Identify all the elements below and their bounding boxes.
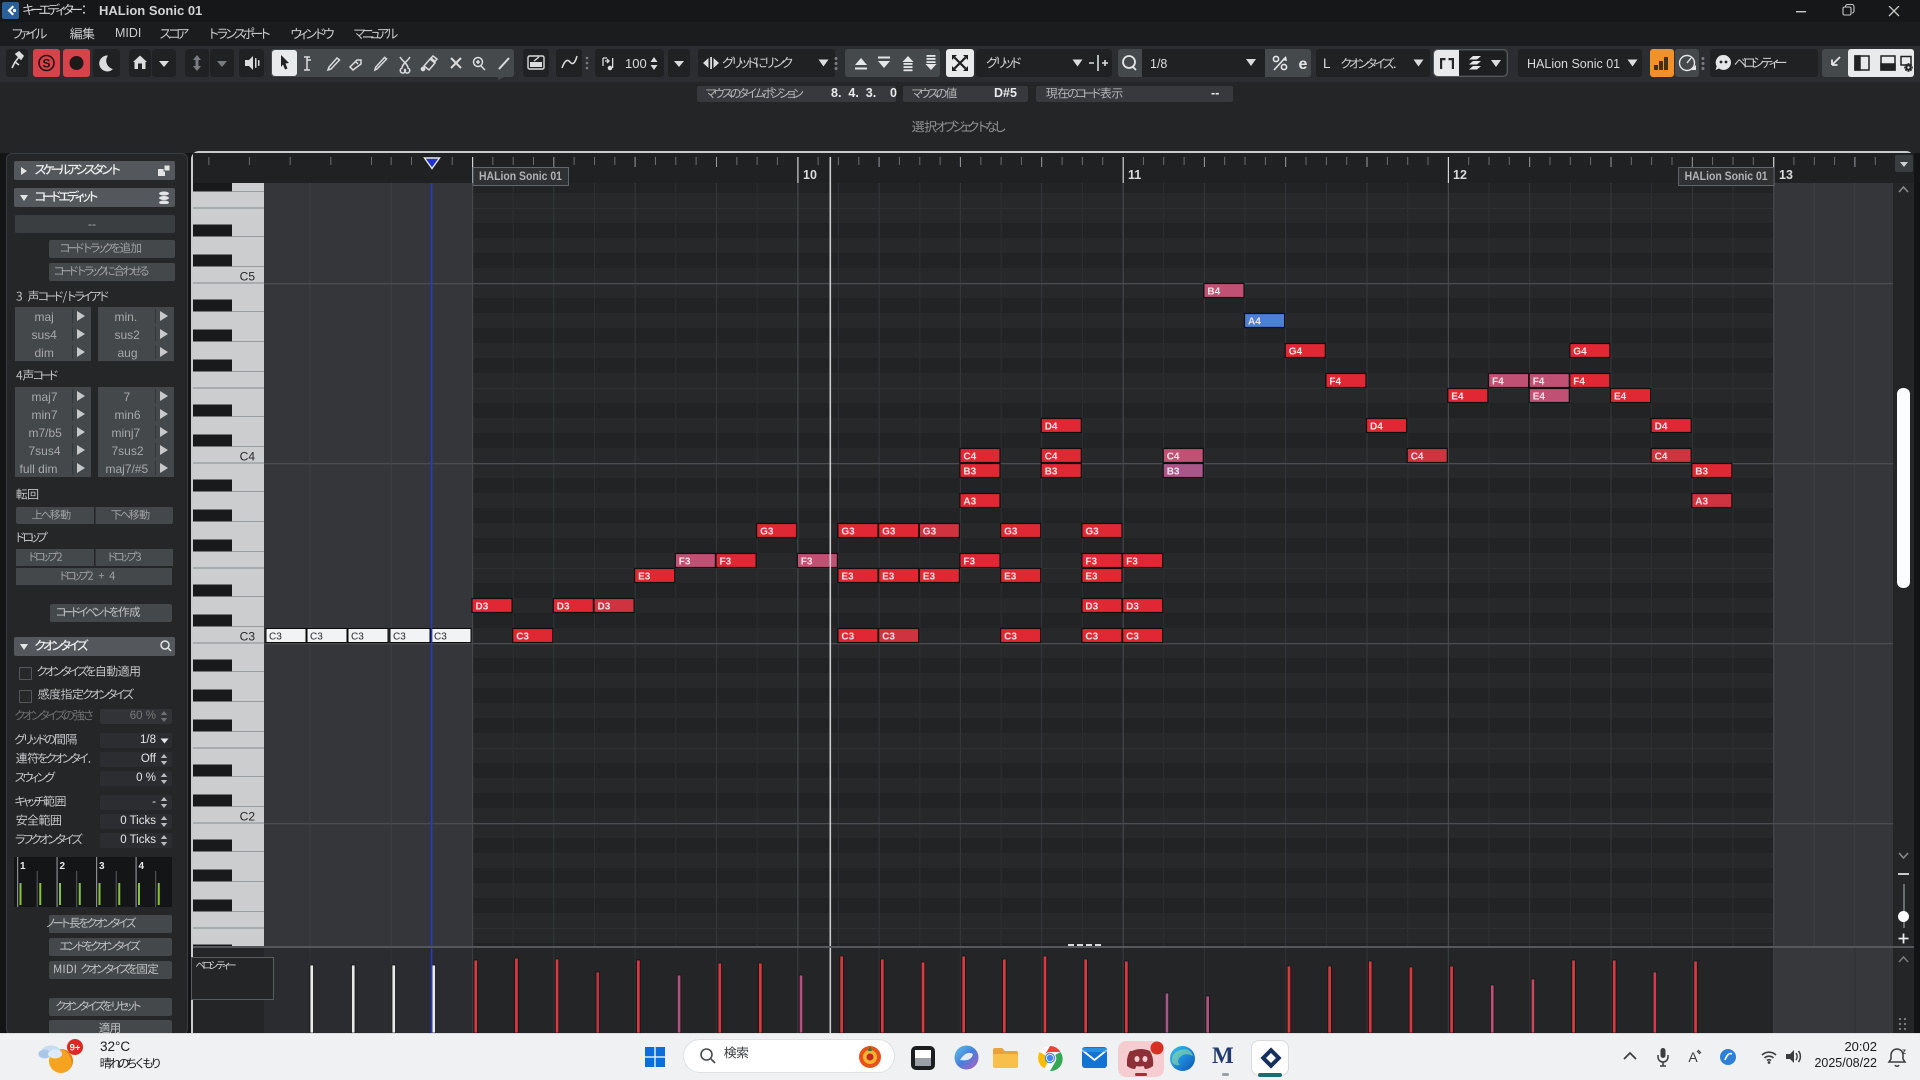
svg-text:C3: C3 xyxy=(882,632,895,643)
svg-text:z: z xyxy=(1902,1047,1906,1056)
svg-text:B3: B3 xyxy=(1695,467,1708,478)
svg-text:C3: C3 xyxy=(1085,632,1098,643)
svg-text:3: 3 xyxy=(99,861,105,872)
svg-text:G3: G3 xyxy=(923,527,937,538)
svg-text:G3: G3 xyxy=(882,527,896,538)
svg-text:e: e xyxy=(1299,56,1308,73)
svg-text:G3: G3 xyxy=(1004,527,1018,538)
svg-text:D3: D3 xyxy=(598,602,611,613)
svg-text:F3: F3 xyxy=(801,557,813,568)
svg-text:10: 10 xyxy=(803,168,817,182)
svg-text:E3: E3 xyxy=(638,572,651,583)
svg-text:G3: G3 xyxy=(760,527,774,538)
svg-text:HALion Sonic 01: HALion Sonic 01 xyxy=(479,171,563,183)
svg-text:L: L xyxy=(1323,56,1331,71)
svg-text:100: 100 xyxy=(625,56,647,71)
svg-text:C3: C3 xyxy=(434,632,447,643)
svg-text:D4: D4 xyxy=(1370,422,1383,433)
svg-text:HALion Sonic 01: HALion Sonic 01 xyxy=(1685,171,1769,183)
svg-text:D4: D4 xyxy=(1045,422,1058,433)
svg-text:E3: E3 xyxy=(923,572,936,583)
svg-text:F3: F3 xyxy=(720,557,732,568)
svg-text:G4: G4 xyxy=(1289,347,1303,358)
svg-text:C3: C3 xyxy=(240,630,256,644)
svg-text:G3: G3 xyxy=(1085,527,1099,538)
svg-text:4: 4 xyxy=(139,861,145,872)
svg-text:S: S xyxy=(42,57,50,71)
svg-text:D3: D3 xyxy=(1085,602,1098,613)
svg-text:B4: B4 xyxy=(1207,287,1220,298)
svg-text:E3: E3 xyxy=(882,572,895,583)
svg-text:F3: F3 xyxy=(963,557,975,568)
svg-text:B3: B3 xyxy=(1167,467,1180,478)
svg-text:G3: G3 xyxy=(841,527,855,538)
svg-text:F4: F4 xyxy=(1533,377,1545,388)
svg-text:C3: C3 xyxy=(351,632,364,643)
svg-text:C3: C3 xyxy=(269,632,282,643)
svg-text:11: 11 xyxy=(1128,168,1141,182)
svg-text:F3: F3 xyxy=(1085,557,1097,568)
svg-text:A4: A4 xyxy=(1248,317,1261,328)
svg-text:E3: E3 xyxy=(1085,572,1098,583)
svg-text:F4: F4 xyxy=(1492,377,1504,388)
svg-text:C4: C4 xyxy=(963,452,976,463)
svg-text:D4: D4 xyxy=(1655,422,1668,433)
svg-text:13: 13 xyxy=(1779,168,1793,182)
svg-text:F4: F4 xyxy=(1329,377,1341,388)
svg-text:C3: C3 xyxy=(1126,632,1139,643)
svg-text:HALion Sonic 01: HALion Sonic 01 xyxy=(1527,57,1620,71)
svg-text:C4: C4 xyxy=(1167,452,1180,463)
svg-text:C3: C3 xyxy=(393,632,406,643)
svg-text:D3: D3 xyxy=(557,602,570,613)
svg-text:E3: E3 xyxy=(841,572,854,583)
svg-text:F3: F3 xyxy=(679,557,691,568)
svg-text:C3: C3 xyxy=(841,632,854,643)
svg-text:C4: C4 xyxy=(1655,452,1668,463)
svg-text:C4: C4 xyxy=(240,450,256,464)
svg-text:D3: D3 xyxy=(1126,602,1139,613)
svg-text:D3: D3 xyxy=(476,602,489,613)
svg-text:E3: E3 xyxy=(1004,572,1017,583)
svg-text:A3: A3 xyxy=(963,497,976,508)
svg-text:1/8: 1/8 xyxy=(1150,57,1167,71)
svg-text:9+: 9+ xyxy=(70,1043,81,1054)
svg-text:12: 12 xyxy=(1453,168,1467,182)
svg-text:C3: C3 xyxy=(1004,632,1017,643)
svg-text:F3: F3 xyxy=(1126,557,1138,568)
svg-text:C5: C5 xyxy=(240,270,256,284)
svg-text:C3: C3 xyxy=(310,632,323,643)
svg-text:G4: G4 xyxy=(1573,347,1587,358)
svg-text:C3: C3 xyxy=(516,632,529,643)
svg-text:E4: E4 xyxy=(1451,392,1464,403)
svg-text:C4: C4 xyxy=(1411,452,1424,463)
svg-text:F4: F4 xyxy=(1573,377,1585,388)
svg-text:C4: C4 xyxy=(1045,452,1058,463)
svg-text:E4: E4 xyxy=(1533,392,1546,403)
svg-text:2: 2 xyxy=(60,861,66,872)
svg-text:B3: B3 xyxy=(963,467,976,478)
svg-text:B3: B3 xyxy=(1045,467,1058,478)
svg-text:1: 1 xyxy=(20,861,26,872)
svg-text:A3: A3 xyxy=(1695,497,1708,508)
svg-text:C2: C2 xyxy=(240,810,256,824)
svg-text:E4: E4 xyxy=(1614,392,1627,403)
